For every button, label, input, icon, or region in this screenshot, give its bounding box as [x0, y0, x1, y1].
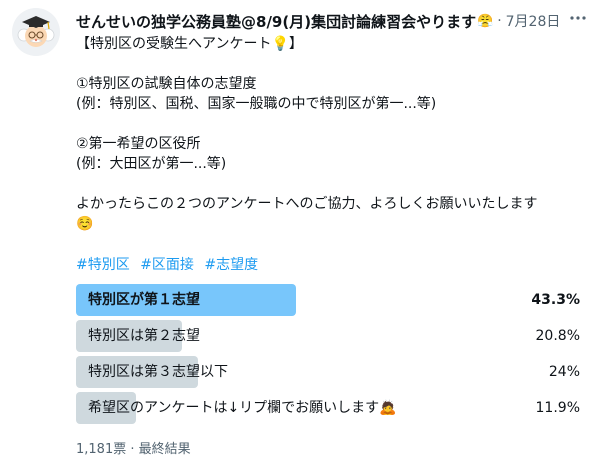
poll-footer: 1,181票 · 最終結果 [76, 442, 191, 457]
poll-option-percent: 20.8% [535, 328, 580, 344]
question-2-line: ②第一希望の区役所 [76, 136, 201, 152]
poll-option: 特別区は第３志望以下 24% [76, 356, 584, 388]
tweet-date[interactable]: 7月28日 [506, 11, 561, 31]
question-1-line: ①特別区の試験自体の志望度 [76, 76, 257, 92]
poll-option-percent: 11.9% [535, 400, 580, 416]
poll-option-label: 特別区は第３志望以下 [88, 364, 228, 380]
request-line: よかったらこの２つのアンケートへのご協力、よろしくお願いいたします [76, 196, 538, 212]
hashtag-link[interactable]: #特別区 [76, 257, 130, 273]
poll-option-label: 特別区が第１志望 [88, 292, 200, 308]
hashtags: #特別区 #区面接 #志望度 [76, 254, 264, 274]
more-dots-icon [570, 16, 586, 20]
separator-dot: · [497, 13, 502, 29]
avatar[interactable] [12, 8, 60, 56]
poll-option: 特別区は第２志望 20.8% [76, 320, 584, 352]
tweet-title-line: 【特別区の受験生へアンケート💡】 [76, 36, 303, 52]
more-options-button[interactable] [566, 6, 590, 30]
tweet-text: 【特別区の受験生へアンケート💡】 ①特別区の試験自体の志望度 (例：特別区、国税… [76, 34, 586, 234]
poll-option-label: 希望区のアンケートは↓リプ欄でお願いします🙇 [88, 400, 397, 416]
poll-option: 希望区のアンケートは↓リプ欄でお願いします🙇 11.9% [76, 392, 584, 424]
poll-option-percent: 24% [548, 364, 580, 380]
poll-option-percent: 43.3% [531, 292, 580, 308]
name-emoji: 😤 [477, 13, 494, 29]
tweet-header: せんせいの独学公務員塾@8/9(月)集団討論練習会やります 😤 · 7月28日 [76, 10, 588, 32]
hashtag-link[interactable]: #志望度 [204, 257, 258, 273]
question-2-example: (例：大田区が第一...等) [76, 156, 227, 172]
hashtag-link[interactable]: #区面接 [140, 257, 194, 273]
poll-option: 特別区が第１志望 43.3% [76, 284, 584, 316]
professor-avatar-icon [12, 8, 60, 56]
question-1-example: (例：特別区、国税、国家一般職の中で特別区が第一...等) [76, 96, 437, 112]
poll-option-label: 特別区は第２志望 [88, 328, 200, 344]
request-emoji: ☺️ [76, 216, 94, 232]
display-name[interactable]: せんせいの独学公務員塾@8/9(月)集団討論練習会やります [76, 11, 476, 32]
